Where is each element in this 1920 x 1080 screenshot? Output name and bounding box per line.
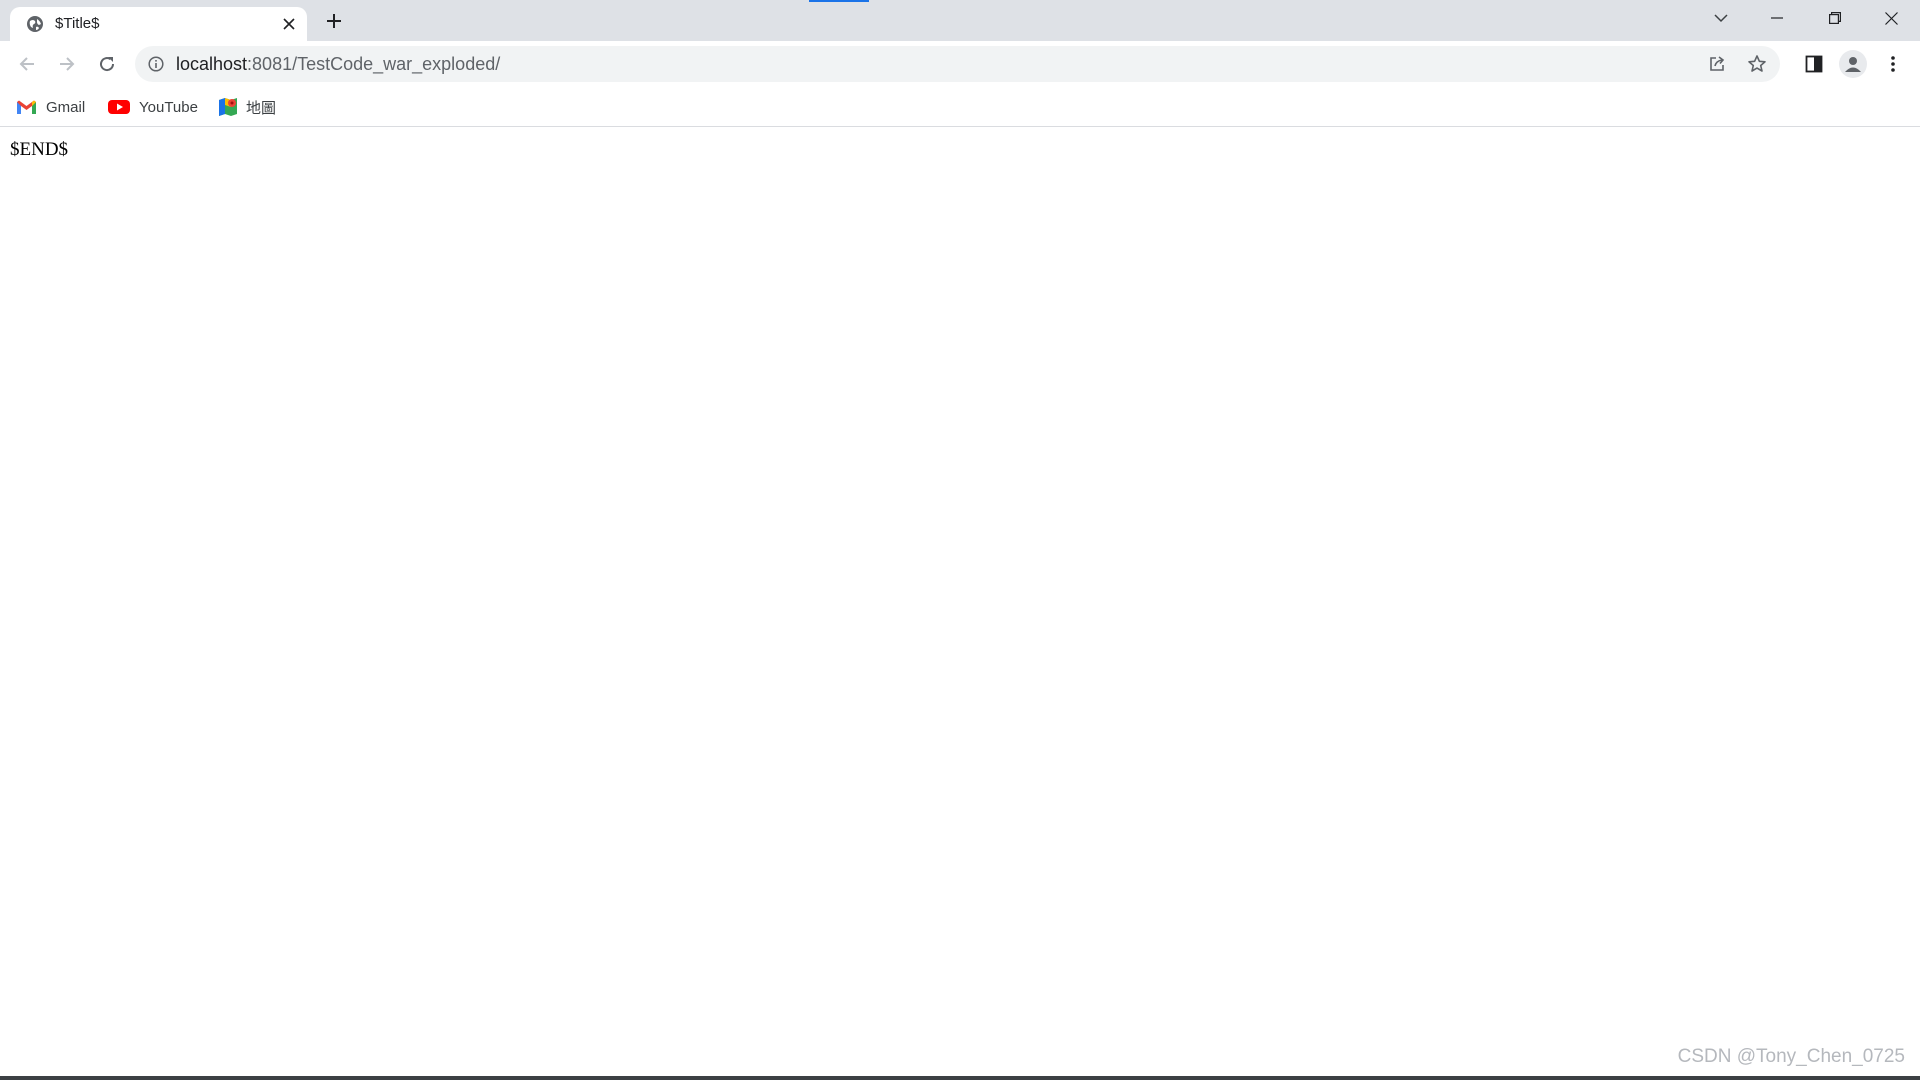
reload-icon[interactable] [92, 49, 122, 79]
loading-indicator [809, 0, 869, 2]
profile-icon[interactable] [1838, 49, 1868, 79]
address-bar[interactable]: localhost:8081/TestCode_war_exploded/ [135, 46, 1780, 82]
tab-strip: $Title$ [0, 0, 1920, 41]
maps-icon [219, 98, 237, 116]
bookmark-maps[interactable]: 地圖 [219, 94, 276, 120]
tab-active[interactable]: $Title$ [10, 7, 307, 41]
toolbar: localhost:8081/TestCode_war_exploded/ [0, 41, 1920, 87]
youtube-icon [108, 100, 130, 114]
browser-window: $Title$ localhost:8081/TestCode_war_expl… [0, 0, 1920, 1080]
url-host: localhost [176, 54, 248, 74]
bookmark-label: YouTube [139, 98, 198, 116]
globe-icon [26, 15, 44, 33]
restore-icon[interactable] [1812, 2, 1858, 34]
more-vert-icon[interactable] [1878, 49, 1908, 79]
site-info-icon[interactable] [147, 55, 165, 73]
bookmark-star-icon[interactable] [1745, 52, 1769, 76]
share-icon[interactable] [1705, 52, 1729, 76]
bookmark-youtube[interactable]: YouTube [108, 94, 198, 120]
avatar [1839, 50, 1867, 78]
tab-close-icon[interactable] [280, 15, 298, 33]
minimize-icon[interactable] [1754, 2, 1800, 34]
page-body-text: $END$ [10, 139, 69, 160]
tab-search-chevron-down-icon[interactable] [1698, 2, 1744, 34]
watermark-text: CSDN @Tony_Chen_0725 [1677, 1046, 1905, 1067]
url-text: localhost:8081/TestCode_war_exploded/ [176, 54, 500, 74]
new-tab-button[interactable] [322, 9, 346, 33]
back-arrow-icon[interactable] [12, 49, 42, 79]
bookmark-gmail[interactable]: Gmail [16, 94, 85, 120]
url-path: :8081/TestCode_war_exploded/ [247, 54, 501, 74]
bookmark-label: Gmail [46, 98, 86, 116]
close-window-icon[interactable] [1868, 2, 1914, 34]
bookmarks-bar: Gmail YouTube 地圖 [0, 87, 1920, 127]
side-panel-icon[interactable] [1799, 49, 1829, 79]
bookmark-label: 地圖 [246, 99, 277, 117]
bottom-border [0, 1076, 1920, 1080]
gmail-icon [17, 100, 36, 114]
tab-title: $Title$ [55, 15, 100, 32]
forward-arrow-icon[interactable] [52, 49, 82, 79]
page-content: $END$ CSDN @Tony_Chen_0725 [0, 128, 1920, 1076]
